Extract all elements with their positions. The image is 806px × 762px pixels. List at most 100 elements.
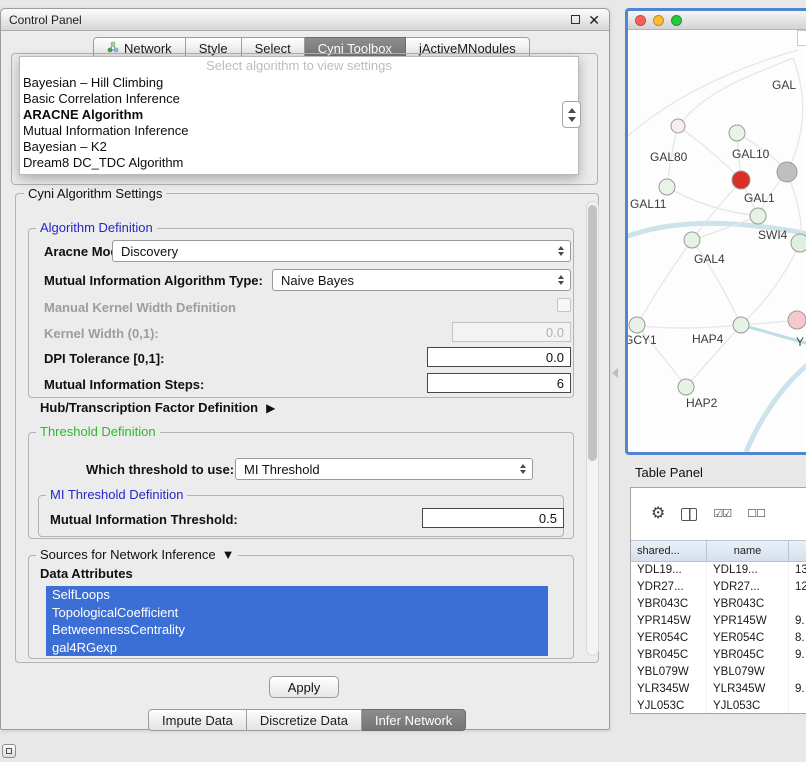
node-label: SWI4	[758, 228, 788, 242]
table-row[interactable]: YBR045CYBR045C9.	[631, 647, 806, 664]
network-node[interactable]	[791, 234, 806, 252]
table-row[interactable]: YJL053CYJL053C	[631, 698, 806, 714]
aracne-mode-select[interactable]: Discovery	[112, 240, 571, 262]
attribute-item-betweennesscentrality[interactable]: BetweennessCentrality	[46, 621, 548, 639]
attribute-item-gal4rgexp[interactable]: gal4RGexp	[46, 639, 548, 657]
network-node[interactable]	[733, 317, 749, 333]
network-node[interactable]	[678, 379, 694, 395]
gear-icon[interactable]: ⚙	[651, 506, 665, 522]
node-label: GCY1	[628, 333, 657, 347]
table-panel-title: Table Panel	[635, 465, 703, 480]
network-node[interactable]	[684, 232, 700, 248]
minimize-light-icon[interactable]	[653, 15, 664, 26]
close-icon[interactable]: ✕	[588, 13, 600, 27]
table-row[interactable]: YLR345WYLR345W9.	[631, 681, 806, 698]
algorithm-option-basic-correlation-inference[interactable]: Basic Correlation Inference	[20, 91, 578, 107]
mi-algorithm-type-select[interactable]: Naive Bayes	[272, 269, 571, 291]
table-row[interactable]: YBR043CYBR043C	[631, 596, 806, 613]
manual-kernel-width-label: Manual Kernel Width Definition	[44, 300, 236, 315]
table-body: YDL19...YDL19...13YDR27...YDR27...12YBR0…	[631, 562, 806, 714]
close-light-icon[interactable]	[635, 15, 646, 26]
expanded-arrow-icon: ▼	[222, 548, 235, 562]
which-threshold-select[interactable]: MI Threshold	[235, 458, 533, 480]
panel-glyph	[6, 748, 12, 754]
mi-threshold-label: Mutual Information Threshold:	[50, 512, 238, 527]
table-cell: YER054C	[707, 630, 789, 647]
column-header-shared[interactable]: shared...	[631, 541, 707, 561]
restore-icon[interactable]	[571, 15, 580, 24]
algorithm-dropdown-popup: Select algorithm to view settings Bayesi…	[19, 56, 579, 175]
table-row[interactable]: YDL19...YDL19...13	[631, 562, 806, 579]
zoom-light-icon[interactable]	[671, 15, 682, 26]
select-all-icon[interactable]: ☑☑	[713, 509, 731, 520]
node-label: GAL11	[630, 197, 667, 211]
panel-splitter-handle[interactable]	[612, 368, 618, 378]
sources-group-toggle[interactable]: Sources for Network Inference ▼	[36, 548, 238, 562]
algorithm-option-aracne-algorithm[interactable]: ARACNE Algorithm	[20, 107, 578, 123]
kernel-width-value: 0.0	[546, 325, 564, 340]
mi-steps-field[interactable]: 6	[427, 373, 571, 393]
algorithm-option-bayesian-k2[interactable]: Bayesian – K2	[20, 139, 578, 155]
columns-icon[interactable]	[681, 508, 697, 521]
hub-definition-toggle[interactable]: Hub/Transcription Factor Definition ▶	[40, 400, 275, 415]
network-window-titlebar[interactable]	[628, 11, 806, 30]
tab-label: Impute Data	[162, 713, 233, 728]
algorithm-placeholder: Select algorithm to view settings	[20, 57, 578, 75]
table-row[interactable]: YPR145WYPR145W9.	[631, 613, 806, 630]
table-cell: YJL053C	[707, 698, 789, 714]
table-row[interactable]: YER054CYER054C8.	[631, 630, 806, 647]
network-node[interactable]	[777, 162, 797, 182]
node-label: GAL1	[744, 191, 775, 205]
network-node[interactable]	[671, 119, 685, 133]
table-row[interactable]: YDR27...YDR27...12	[631, 579, 806, 596]
attribute-item-topologicalcoefficient[interactable]: TopologicalCoefficient	[46, 604, 548, 622]
network-edge	[678, 58, 793, 126]
mi-threshold-group-title: MI Threshold Definition	[46, 488, 187, 502]
tab-infer-network[interactable]: Infer Network	[362, 709, 466, 731]
bottom-tab-bar: Impute Data Discretize DataInfer Network	[148, 709, 466, 731]
network-edge	[692, 216, 758, 240]
tab-discretize-data[interactable]: Discretize Data	[247, 709, 362, 731]
settings-scrollbar-track[interactable]	[586, 201, 599, 656]
table-cell: YBR043C	[707, 596, 789, 613]
node-label: GAL80	[650, 150, 688, 164]
network-node[interactable]	[659, 179, 675, 195]
network-node[interactable]	[750, 208, 766, 224]
deselect-all-icon[interactable]: ☐☐	[747, 509, 765, 520]
mi-steps-label: Mutual Information Steps:	[44, 377, 204, 392]
table-cell: YBR045C	[631, 647, 707, 664]
minimized-panel-button[interactable]	[2, 744, 16, 758]
attribute-item-selfloops[interactable]: SelfLoops	[46, 586, 548, 604]
network-canvas[interactable]: GALGAL80GAL10GAL11GAL1SWI4GAL4GCY1HAP4YH…	[628, 30, 806, 452]
network-node[interactable]	[788, 311, 806, 329]
table-cell: YBR045C	[707, 647, 789, 664]
cyni-algorithm-settings-group: Cyni Algorithm Settings Algorithm Defini…	[15, 193, 599, 663]
column-header-col2[interactable]	[789, 541, 806, 561]
table-cell: YLR345W	[707, 681, 789, 698]
apply-button[interactable]: Apply	[269, 676, 339, 698]
table-header-row: shared...name	[631, 540, 806, 562]
network-node[interactable]	[732, 171, 750, 189]
table-row[interactable]: YBL079WYBL079W	[631, 664, 806, 681]
dpi-tolerance-field[interactable]: 0.0	[427, 347, 571, 367]
which-threshold-label: Which threshold to use:	[86, 462, 234, 477]
control-panel-titlebar[interactable]: Control Panel ✕	[1, 9, 609, 31]
column-header-name[interactable]: name	[707, 541, 789, 561]
mi-algorithm-type-label: Mutual Information Algorithm Type:	[44, 273, 263, 288]
table-cell: 9.	[789, 647, 806, 664]
tab-impute-data[interactable]: Impute Data	[148, 709, 247, 731]
network-scrollbar-corner	[797, 30, 806, 46]
algorithm-option-dream8-dc-tdc-algorithm[interactable]: Dream8 DC_TDC Algorithm	[20, 155, 578, 171]
mi-threshold-field[interactable]: 0.5	[422, 508, 564, 528]
network-edge	[637, 240, 692, 325]
algorithm-option-bayesian-hill-climbing[interactable]: Bayesian – Hill Climbing	[20, 75, 578, 91]
algorithm-option-list: Bayesian – Hill ClimbingBasic Correlatio…	[20, 75, 578, 171]
table-cell: YER054C	[631, 630, 707, 647]
network-graph: GALGAL80GAL10GAL11GAL1SWI4GAL4GCY1HAP4YH…	[628, 30, 806, 452]
network-node[interactable]	[629, 317, 645, 333]
network-node[interactable]	[729, 125, 745, 141]
algorithm-option-mutual-information-inference[interactable]: Mutual Information Inference	[20, 123, 578, 139]
settings-scrollbar-thumb[interactable]	[588, 205, 597, 461]
network-edge	[637, 325, 741, 328]
algorithm-combo-arrows[interactable]	[562, 101, 581, 128]
